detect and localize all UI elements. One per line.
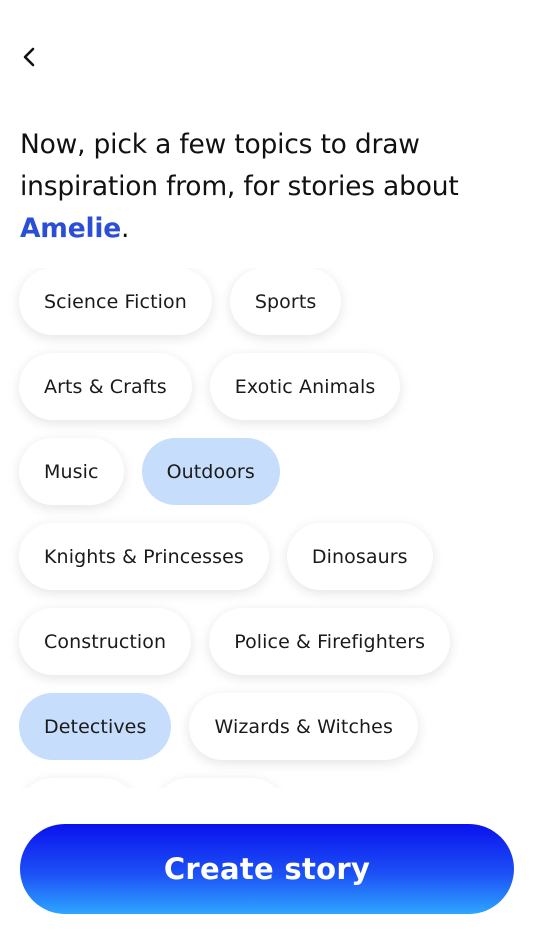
topic-chip-knights-princesses[interactable]: Knights & Princesses <box>19 523 269 590</box>
topic-chip-construction[interactable]: Construction <box>19 608 192 675</box>
child-name: Amelie <box>20 213 122 244</box>
chevron-left-icon <box>23 47 35 67</box>
topic-chip-label: Dinosaurs <box>311 545 408 568</box>
topic-chip-label: Police & Firefighters <box>234 630 426 653</box>
topic-chip-label: Exotic Animals <box>234 375 376 398</box>
topic-chip-label: Music <box>44 460 99 483</box>
topic-chip-dinosaurs[interactable]: Dinosaurs <box>286 523 433 590</box>
create-story-button[interactable]: Create story <box>20 824 514 914</box>
topic-chip-label: Science Fiction <box>44 290 187 313</box>
topic-chip-label: Knights & Princesses <box>44 545 244 568</box>
topic-chip-partial-12[interactable] <box>19 778 137 788</box>
topic-chip-music[interactable]: Music <box>19 438 124 505</box>
topic-chip-outdoors[interactable]: Outdoors <box>141 438 280 505</box>
topic-list[interactable]: Science Fiction Sports Arts & Crafts Exotic… <box>0 268 534 788</box>
topic-chip-sports[interactable]: Sports <box>229 268 342 335</box>
topic-chip-police-firefighters[interactable]: Police & Firefighters <box>209 608 451 675</box>
topic-chip-label: Wizards & Witches <box>214 715 393 738</box>
topic-chip-exotic-animals[interactable]: Exotic Animals <box>209 353 401 420</box>
prompt-punctuation: . <box>121 213 130 244</box>
topic-chip-label: Outdoors <box>166 460 255 483</box>
topic-chip-label: Detectives <box>44 715 147 738</box>
prompt-text: Now, pick a few topics to draw inspirati… <box>20 129 459 202</box>
topic-chip-detectives[interactable]: Detectives <box>19 693 172 760</box>
topic-chip-science-fiction[interactable]: Science Fiction <box>19 268 212 335</box>
topic-chips: Science Fiction Sports Arts & Crafts Exotic… <box>0 268 534 788</box>
topic-chip-arts-crafts[interactable]: Arts & Crafts <box>19 353 192 420</box>
topic-chip-label: Construction <box>44 630 167 653</box>
topic-chip-label: Sports <box>254 290 317 313</box>
back-button[interactable] <box>12 38 46 76</box>
page-title: Now, pick a few topics to draw inspirati… <box>20 124 514 250</box>
topic-chip-wizards-witches[interactable]: Wizards & Witches <box>189 693 418 760</box>
topic-chip-partial-13[interactable] <box>155 778 285 788</box>
topic-picker-screen: Now, pick a few topics to draw inspirati… <box>0 0 534 950</box>
topic-chip-label: Arts & Crafts <box>44 375 167 398</box>
